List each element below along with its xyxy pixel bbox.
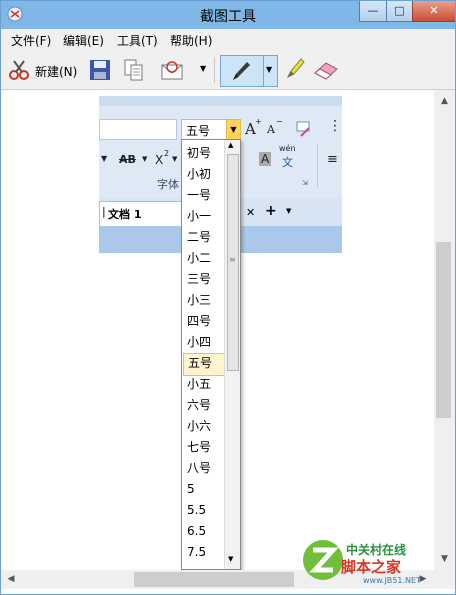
superscript-2: 2 bbox=[164, 149, 170, 158]
font-name-box bbox=[99, 119, 177, 140]
snipping-tool-window: 截图工具 — □ ✕ 文件(F) 编辑(E) 工具(T) 帮助(H) 新建(N) bbox=[0, 0, 456, 595]
size-option-2: 一号 bbox=[187, 188, 212, 202]
eraser-button[interactable] bbox=[313, 55, 341, 85]
pen-dropdown-arrow[interactable]: ▼ bbox=[263, 55, 278, 87]
superscript-icon: X bbox=[155, 153, 164, 167]
dropdown-scrollbar: ▲ ≡ ▼ bbox=[224, 140, 240, 569]
vertical-scroll-thumb[interactable] bbox=[436, 242, 451, 418]
save-button[interactable] bbox=[87, 55, 113, 85]
eraser-icon bbox=[314, 62, 338, 80]
size-option-7: 小三 bbox=[187, 293, 212, 307]
size-option-18: 6.5 bbox=[187, 524, 207, 538]
vertical-scrollbar[interactable]: ▲ ▼ bbox=[434, 90, 455, 570]
scroll-down-icon: ▼ bbox=[228, 555, 234, 563]
size-option-12: 六号 bbox=[187, 398, 212, 412]
scissors-icon bbox=[9, 60, 29, 80]
font-size-value: 五号 bbox=[186, 124, 211, 138]
font-size-dropdown-list: 初号 小初 一号 小一 二号 小二 三号 小三 四号 小四 五号 小五 六号 小… bbox=[181, 139, 241, 570]
watermark-logo: 中关村在线 脚本之家 www.JB51.NET bbox=[301, 536, 451, 591]
close-button[interactable]: ✕ bbox=[412, 1, 455, 22]
menu-bar: 文件(F) 编辑(E) 工具(T) 帮助(H) bbox=[1, 29, 455, 51]
size-option-17: 5.5 bbox=[187, 503, 207, 517]
phonetic-guide-bottom: 文 bbox=[282, 156, 293, 169]
grow-font-arrow: + bbox=[255, 117, 262, 126]
copy-button[interactable] bbox=[121, 55, 147, 85]
chevron-down-icon: ▼ bbox=[266, 65, 273, 74]
new-snip-label: 新建(N) bbox=[35, 65, 78, 79]
size-option-14: 七号 bbox=[187, 440, 212, 454]
doc-tab-divider: | bbox=[102, 205, 106, 218]
toolbar: 新建(N) ▼ ▼ bbox=[1, 51, 455, 90]
horizontal-scroll-thumb[interactable] bbox=[134, 572, 294, 587]
watermark-line2: 脚本之家 bbox=[341, 558, 402, 576]
ribbon-left-arrow: ▼ bbox=[101, 154, 108, 163]
menu-file[interactable]: 文件(F) bbox=[11, 32, 51, 49]
menu-help[interactable]: 帮助(H) bbox=[170, 32, 212, 49]
strikethrough-icon: AB bbox=[119, 153, 136, 166]
menu-edit[interactable]: 编辑(E) bbox=[63, 32, 104, 49]
new-snip-button[interactable]: 新建(N) bbox=[6, 55, 81, 85]
send-snip-button[interactable] bbox=[158, 55, 188, 85]
size-option-selected: 五号 bbox=[183, 353, 229, 376]
scroll-left-icon[interactable]: ◀ bbox=[3, 570, 19, 588]
maximize-button[interactable]: □ bbox=[386, 1, 413, 22]
snip-canvas: 五号 ▼ A + A − ⋮≡ ▼ AB ▼ X 2 ▼ 字体 A bbox=[1, 90, 434, 570]
menu-tools[interactable]: 工具(T) bbox=[117, 32, 158, 49]
size-option-1: 小初 bbox=[187, 167, 212, 181]
close-icon: ✕ bbox=[246, 206, 256, 219]
highlighter-icon bbox=[286, 58, 305, 79]
size-option-9: 小四 bbox=[187, 335, 212, 349]
copy-icon bbox=[124, 59, 143, 81]
bullet-list-icon: ⋮≡ bbox=[328, 118, 342, 134]
size-option-13: 小六 bbox=[187, 419, 212, 433]
size-option-0: 初号 bbox=[187, 146, 212, 160]
scroll-up-icon: ▲ bbox=[228, 141, 234, 149]
font-size-combobox: 五号 ▼ bbox=[181, 119, 241, 140]
minimize-button[interactable]: — bbox=[359, 1, 387, 22]
size-option-19: 7.5 bbox=[187, 545, 207, 559]
char-shading-icon: A bbox=[259, 152, 272, 166]
shrink-font-icon: A bbox=[267, 123, 275, 136]
title-bar: 截图工具 — □ ✕ bbox=[1, 1, 455, 29]
pen-button[interactable] bbox=[220, 55, 264, 87]
superscript-arrow: ▼ bbox=[172, 155, 178, 163]
save-icon bbox=[90, 60, 110, 80]
size-option-8: 四号 bbox=[187, 314, 212, 328]
new-tab-arrow: ▼ bbox=[286, 207, 292, 215]
new-tab-plus-icon: + bbox=[265, 203, 277, 219]
chevron-down-icon: ▼ bbox=[200, 64, 207, 73]
scroll-up-icon[interactable]: ▲ bbox=[434, 92, 455, 110]
ribbon-separator bbox=[317, 144, 318, 188]
phonetic-guide-top: wén bbox=[279, 144, 296, 153]
shrink-font-arrow: − bbox=[276, 117, 283, 126]
highlighter-button[interactable] bbox=[282, 55, 308, 85]
watermark-z-icon bbox=[303, 540, 343, 580]
size-option-16: 5 bbox=[187, 482, 195, 496]
group-label: 字体 bbox=[157, 178, 179, 191]
dialog-launcher-icon: ⇲ bbox=[302, 179, 308, 187]
pen-icon bbox=[233, 62, 250, 80]
font-size-dropdown-button: ▼ bbox=[226, 120, 240, 139]
strike-arrow: ▼ bbox=[142, 155, 148, 163]
dropdown-scroll-thumb: ≡ bbox=[227, 154, 239, 371]
size-option-15: 八号 bbox=[187, 461, 212, 475]
grip-icon: ≡ bbox=[229, 255, 236, 264]
align-icon: ≡ bbox=[327, 152, 338, 167]
size-option-5: 小二 bbox=[187, 251, 212, 265]
mail-icon bbox=[161, 61, 183, 80]
toolbar-separator bbox=[214, 57, 215, 83]
watermark-line3: www.JB51.NET bbox=[363, 576, 421, 585]
clear-format-icon bbox=[296, 121, 310, 137]
send-dropdown-arrow[interactable]: ▼ bbox=[198, 55, 210, 85]
size-option-4: 二号 bbox=[187, 230, 212, 244]
size-option-3: 小一 bbox=[187, 209, 212, 223]
doc-tab-label: 文档 1 bbox=[108, 208, 142, 221]
size-option-11: 小五 bbox=[187, 377, 212, 391]
size-option-6: 三号 bbox=[187, 272, 212, 286]
